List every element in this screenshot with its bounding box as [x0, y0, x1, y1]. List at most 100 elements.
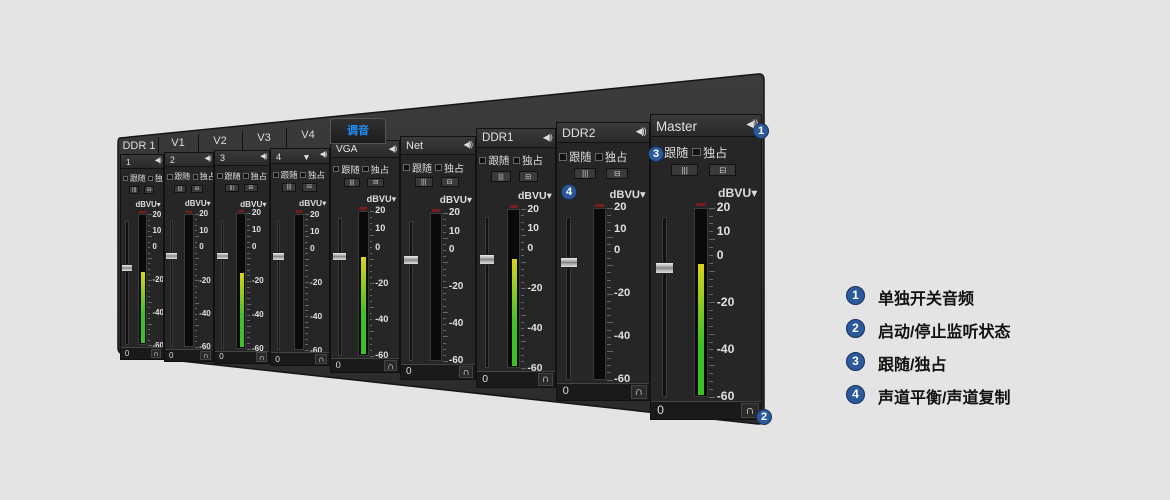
speaker-toggle-icon[interactable]: ◀))	[389, 144, 398, 152]
solo-label: 独占	[250, 171, 267, 181]
fader-track[interactable]	[662, 217, 668, 397]
channel-balance-button[interactable]: |||	[225, 183, 239, 192]
solo-checkbox[interactable]	[435, 164, 442, 171]
speaker-toggle-icon[interactable]: ◀))	[543, 133, 553, 142]
follow-checkbox[interactable]	[167, 174, 173, 180]
headphone-monitor-icon[interactable]: ∩	[315, 353, 328, 365]
meter-tick	[305, 259, 310, 261]
speaker-toggle-icon[interactable]: ◀))	[155, 157, 162, 164]
channel-balance-button[interactable]: |||	[491, 171, 511, 182]
volume-fader-handle[interactable]	[478, 254, 496, 265]
follow-checkbox[interactable]	[273, 171, 279, 178]
channel-name-bar: Master ◀))	[651, 115, 761, 137]
speaker-toggle-icon[interactable]: ◀))	[204, 155, 211, 162]
channel-copy-button[interactable]: ⊟	[191, 185, 203, 193]
fader-track[interactable]	[277, 220, 281, 350]
meter-tick	[521, 241, 525, 243]
volume-fader-handle[interactable]	[165, 251, 178, 260]
volume-fader-handle[interactable]	[559, 256, 578, 269]
channel-level-value: 0	[657, 403, 664, 418]
channel-copy-button[interactable]: ⊟	[244, 183, 258, 192]
meter-tick	[194, 247, 197, 249]
meter-tick	[148, 285, 151, 287]
channel-balance-button[interactable]: |||	[414, 177, 433, 187]
dbvu-selector[interactable]: dBVU▾	[718, 186, 757, 200]
headphone-monitor-icon[interactable]: ∩	[255, 352, 268, 362]
fader-track[interactable]	[220, 219, 224, 349]
speaker-toggle-icon[interactable]: ◀))	[320, 152, 328, 159]
channel-balance-button[interactable]: |||	[281, 183, 297, 192]
channel-copy-button[interactable]: ⊟	[518, 171, 538, 182]
dbvu-selector[interactable]: dBVU▾	[518, 190, 552, 202]
tab-v4[interactable]: V4	[286, 125, 331, 146]
meter-tick	[709, 357, 713, 359]
volume-fader-handle[interactable]	[271, 252, 286, 261]
follow-checkbox[interactable]	[333, 165, 340, 173]
channel-balance-button[interactable]: |||	[128, 186, 140, 194]
fader-track[interactable]	[566, 217, 571, 380]
fader-track[interactable]	[485, 217, 490, 368]
tab-v2[interactable]: V2	[198, 131, 243, 151]
tab-tuning[interactable]: 调音	[330, 118, 386, 144]
follow-checkbox[interactable]	[123, 175, 129, 182]
meter-tick	[442, 336, 448, 338]
volume-fader-handle[interactable]	[332, 252, 348, 262]
meter-scale-label: 20	[716, 200, 731, 215]
fader-track[interactable]	[170, 220, 174, 347]
speaker-toggle-icon[interactable]: ◀))	[260, 154, 267, 161]
solo-checkbox[interactable]	[147, 175, 154, 182]
headphone-monitor-icon[interactable]: ∩	[384, 360, 398, 372]
solo-checkbox[interactable]	[300, 171, 307, 178]
headphone-monitor-icon[interactable]: ∩	[150, 348, 162, 359]
meter-tick	[305, 253, 308, 255]
solo-checkbox[interactable]	[362, 165, 369, 173]
headphone-monitor-icon[interactable]: ∩	[631, 385, 647, 399]
solo-checkbox[interactable]	[192, 174, 199, 180]
channel-copy-button[interactable]: ⊟	[367, 177, 385, 187]
volume-fader-handle[interactable]	[402, 255, 419, 266]
meter-tick	[369, 241, 373, 243]
solo-checkbox[interactable]	[512, 156, 520, 165]
fader-track[interactable]	[125, 220, 129, 346]
channel-copy-button[interactable]: ⊟	[302, 183, 317, 192]
follow-checkbox[interactable]	[559, 152, 567, 161]
headphone-monitor-icon[interactable]: ∩	[459, 366, 473, 378]
dbvu-selector[interactable]: dBVU▾	[440, 195, 472, 206]
follow-checkbox[interactable]	[479, 156, 487, 165]
meter-tick	[369, 283, 375, 285]
dbvu-selector[interactable]: dBVU▾	[367, 194, 397, 205]
follow-checkbox[interactable]	[217, 172, 223, 179]
meter-tick	[369, 307, 375, 309]
dbvu-dropdown-icon: ▾	[206, 199, 211, 209]
channel-balance-button[interactable]: |||	[343, 177, 361, 187]
solo-checkbox[interactable]	[594, 152, 603, 161]
volume-fader-handle[interactable]	[654, 261, 675, 274]
channel-balance-button[interactable]: |||	[573, 167, 597, 179]
headphone-monitor-icon[interactable]: ∩	[200, 350, 212, 361]
solo-checkbox[interactable]	[692, 147, 701, 157]
follow-checkbox[interactable]	[403, 164, 410, 171]
fader-track[interactable]	[408, 221, 413, 361]
channel-balance-button[interactable]: |||	[174, 185, 186, 193]
dbvu-selector[interactable]: dBVU▾	[185, 199, 211, 208]
fader-track[interactable]	[338, 218, 342, 356]
volume-fader-handle[interactable]	[215, 251, 229, 260]
tab-v3[interactable]: V3	[242, 128, 287, 148]
channel-copy-button[interactable]: ⊟	[709, 163, 737, 176]
speaker-toggle-icon[interactable]: ◀))	[464, 141, 474, 149]
speaker-toggle-icon[interactable]: ◀))	[636, 127, 647, 136]
channel-copy-button[interactable]: ⊟	[143, 186, 155, 194]
tab-v1[interactable]: V1	[158, 134, 199, 153]
channel-balance-button[interactable]: |||	[671, 163, 699, 176]
headphone-monitor-icon[interactable]: ∩	[538, 373, 553, 386]
solo-checkbox[interactable]	[243, 172, 249, 179]
volume-fader-handle[interactable]	[121, 264, 134, 272]
dbvu-selector[interactable]: dBVU▾	[240, 199, 266, 209]
dbvu-selector[interactable]: dBVU▾	[136, 200, 161, 209]
channel-copy-button[interactable]: ⊟	[605, 167, 629, 179]
meter-tick	[607, 250, 611, 252]
tab-ddr1[interactable]: DDR 1	[120, 137, 159, 155]
channel-dropdown-icon[interactable]: ▼	[302, 152, 310, 162]
channel-copy-button[interactable]: ⊟	[440, 177, 459, 187]
dbvu-selector[interactable]: dBVU▾	[610, 188, 646, 201]
